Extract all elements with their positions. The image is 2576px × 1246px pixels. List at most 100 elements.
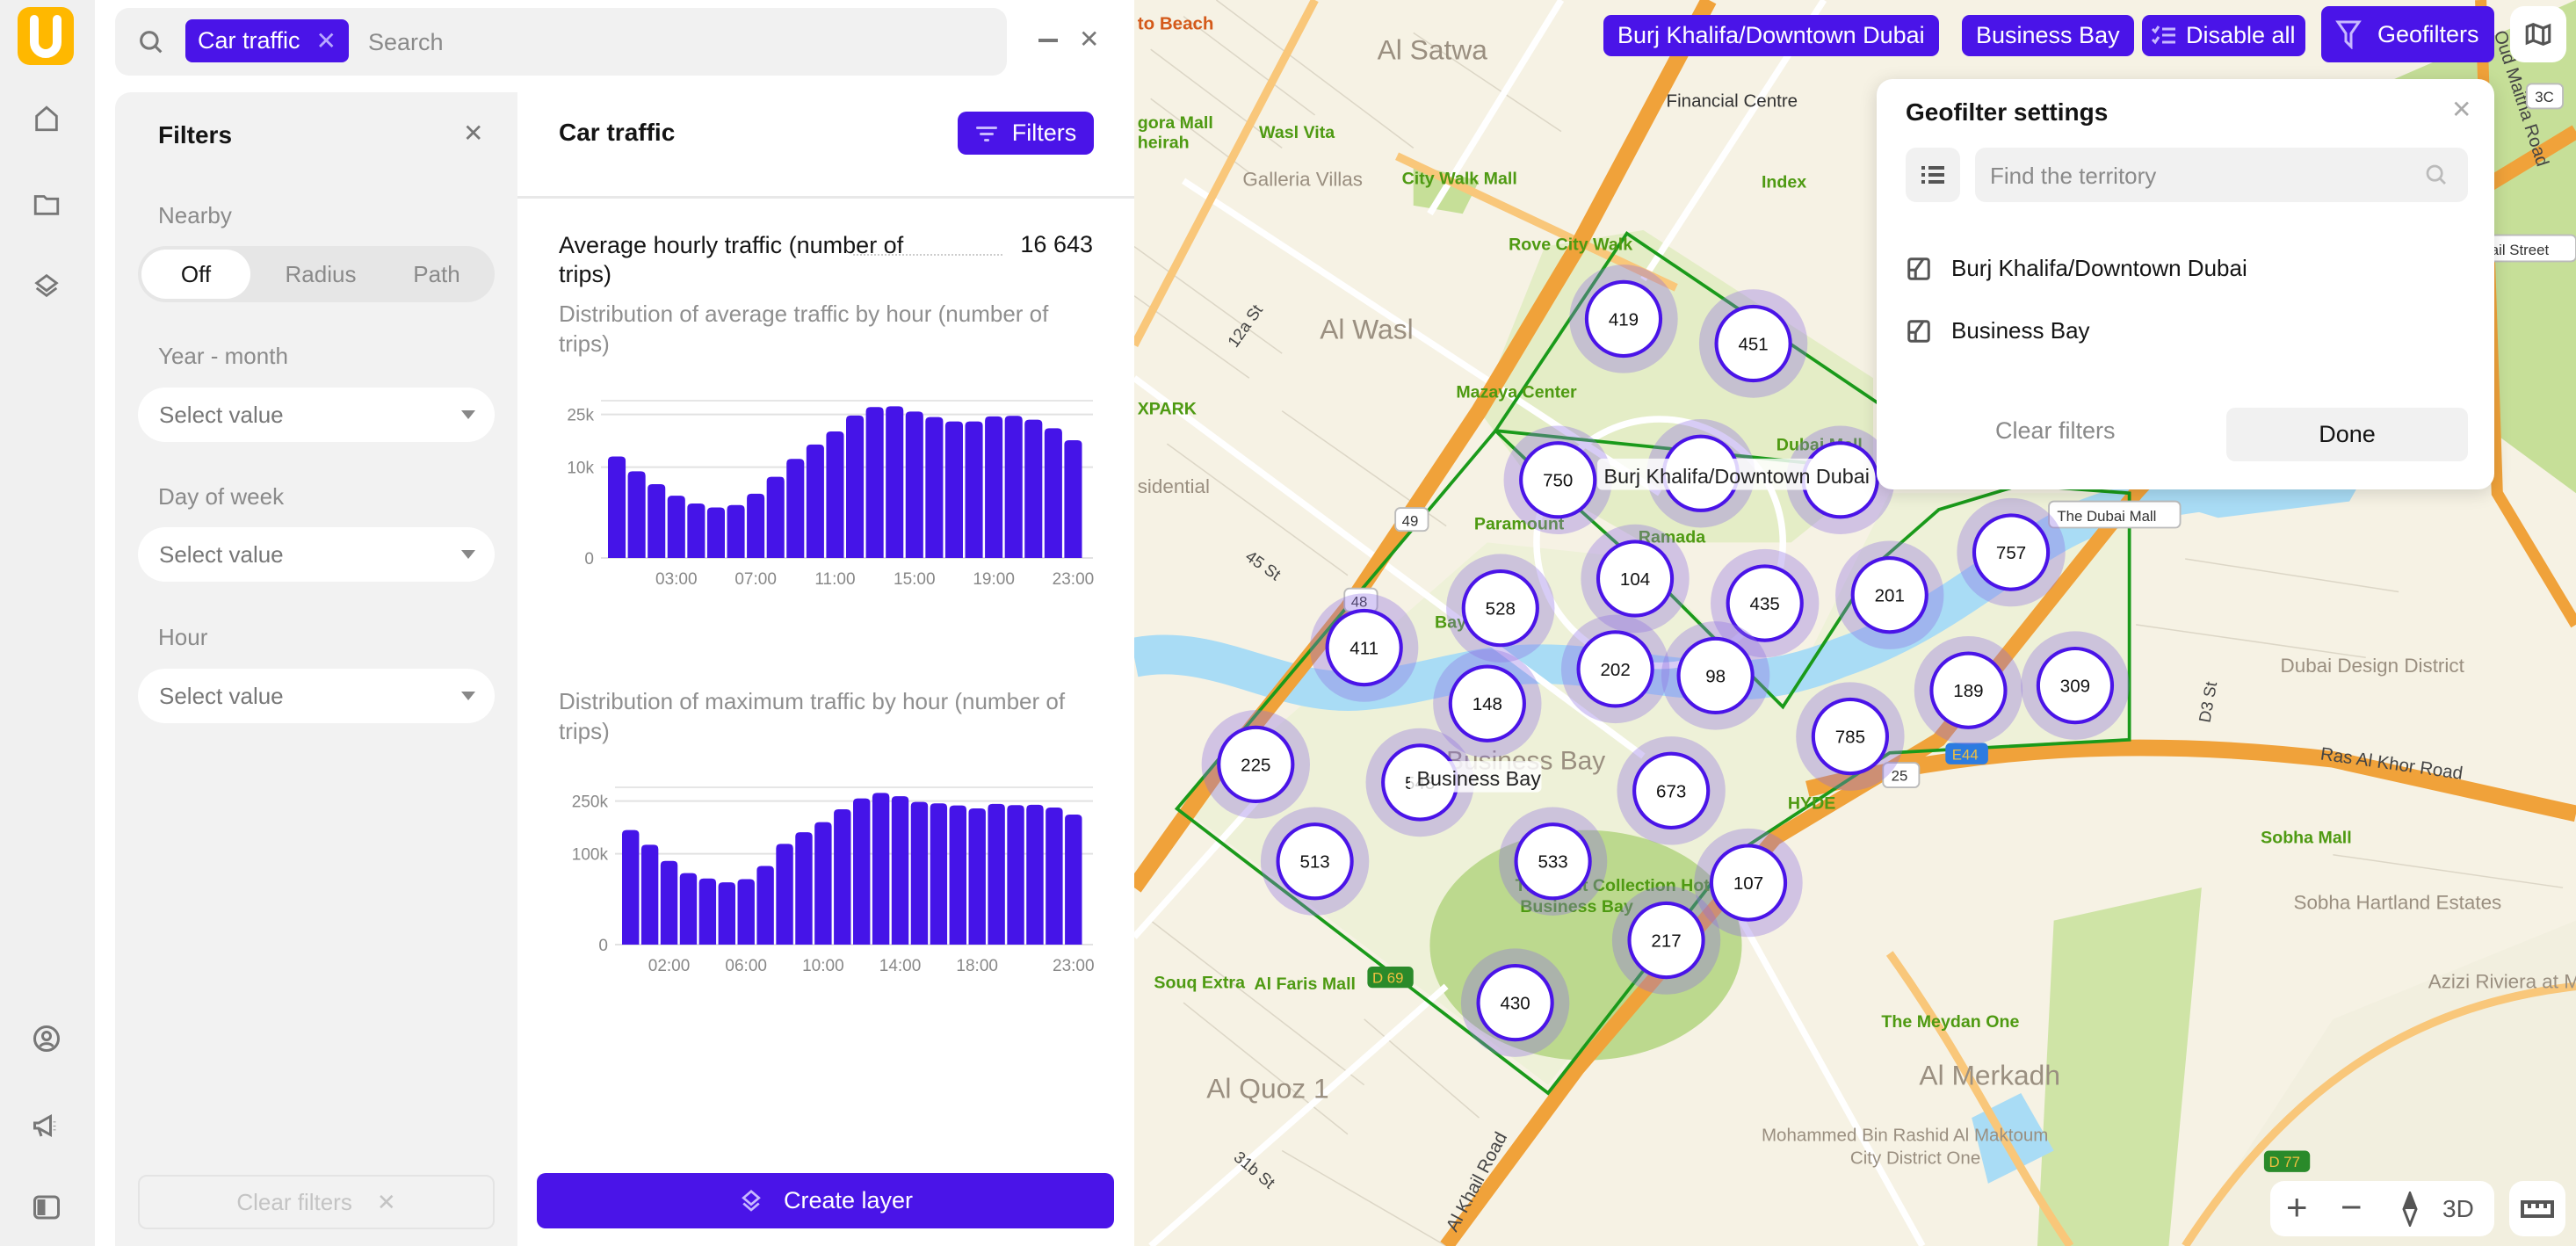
- home-icon[interactable]: [26, 98, 67, 139]
- day-of-week-select[interactable]: Select value: [138, 527, 495, 582]
- bar[interactable]: [687, 503, 706, 558]
- clear-filters-button[interactable]: Clear filters ✕: [138, 1175, 495, 1229]
- zoom-in-button[interactable]: +: [2286, 1186, 2308, 1228]
- bar[interactable]: [872, 793, 890, 945]
- cluster-marker[interactable]: 528: [1446, 554, 1555, 663]
- cluster-marker[interactable]: 217: [1611, 886, 1721, 995]
- bar[interactable]: [968, 808, 986, 945]
- minimize-icon[interactable]: [1038, 39, 1058, 42]
- cluster-marker[interactable]: 189: [1914, 635, 2023, 745]
- bar[interactable]: [608, 456, 626, 558]
- cluster-marker[interactable]: 201: [1835, 540, 1944, 649]
- bar[interactable]: [747, 493, 765, 558]
- territory-item[interactable]: Business Bay: [1906, 317, 2090, 344]
- geofilter-chip-business-bay[interactable]: Business Bay: [1962, 15, 2134, 56]
- nearby-option-radius[interactable]: Radius: [261, 250, 380, 299]
- bar[interactable]: [1007, 805, 1024, 945]
- cluster-marker[interactable]: 419: [1569, 264, 1678, 373]
- bar[interactable]: [640, 844, 659, 945]
- cluster-marker[interactable]: 750: [1503, 425, 1612, 534]
- bar[interactable]: [853, 798, 871, 945]
- cluster-marker[interactable]: 98: [1661, 621, 1770, 730]
- geofilters-button[interactable]: Geofilters: [2321, 6, 2494, 62]
- bar[interactable]: [965, 421, 983, 558]
- bar[interactable]: [718, 882, 735, 945]
- map-view-button[interactable]: [2510, 6, 2566, 62]
- cluster-marker[interactable]: 757: [1957, 497, 2066, 607]
- bar[interactable]: [648, 484, 666, 558]
- bar[interactable]: [930, 803, 948, 945]
- filters-close-icon[interactable]: ✕: [463, 119, 483, 148]
- close-icon[interactable]: ✕: [1079, 25, 1099, 54]
- done-button[interactable]: Done: [2226, 408, 2468, 461]
- year-month-select[interactable]: Select value: [138, 388, 495, 442]
- territory-item[interactable]: Burj Khalifa/Downtown Dubai: [1906, 255, 2247, 282]
- cluster-marker[interactable]: 430: [1460, 948, 1570, 1057]
- bar[interactable]: [1064, 440, 1082, 558]
- nearby-option-off[interactable]: Off: [141, 250, 250, 299]
- nearby-option-path[interactable]: Path: [384, 250, 489, 299]
- layers-icon[interactable]: [26, 265, 67, 306]
- bar[interactable]: [1004, 416, 1023, 558]
- popup-clear-filters-button[interactable]: Clear filters: [1995, 417, 2116, 445]
- user-circle-icon[interactable]: [26, 1018, 67, 1059]
- bar[interactable]: [1046, 807, 1063, 945]
- bar[interactable]: [925, 417, 944, 558]
- bar[interactable]: [846, 415, 865, 558]
- territory-search-input[interactable]: Find the territory: [1975, 148, 2468, 202]
- bar[interactable]: [985, 416, 1003, 558]
- bar[interactable]: [949, 805, 966, 945]
- compass-icon[interactable]: [2402, 1192, 2418, 1227]
- panel-icon[interactable]: [26, 1187, 67, 1228]
- cluster-marker[interactable]: 673: [1617, 736, 1726, 845]
- popup-close-icon[interactable]: ✕: [2451, 95, 2471, 124]
- 3d-toggle-button[interactable]: 3D: [2442, 1195, 2474, 1223]
- bar[interactable]: [891, 796, 909, 945]
- hour-select[interactable]: Select value: [138, 669, 495, 723]
- bar[interactable]: [627, 471, 646, 558]
- cluster-marker[interactable]: 513: [1260, 807, 1370, 916]
- bar[interactable]: [776, 844, 793, 945]
- cluster-marker[interactable]: 533: [1498, 807, 1608, 916]
- bar[interactable]: [826, 431, 844, 558]
- disable-all-button[interactable]: Disable all: [2142, 15, 2305, 56]
- cluster-marker[interactable]: 785: [1796, 682, 1905, 791]
- search-input[interactable]: Search: [368, 29, 444, 56]
- bar[interactable]: [944, 421, 963, 558]
- bar[interactable]: [905, 411, 923, 558]
- filters-button[interactable]: Filters: [958, 112, 1094, 155]
- bar[interactable]: [795, 832, 813, 945]
- bar[interactable]: [814, 822, 832, 945]
- megaphone-icon[interactable]: [26, 1105, 67, 1146]
- bar[interactable]: [706, 507, 725, 558]
- zoom-out-button[interactable]: −: [2341, 1186, 2363, 1228]
- app-logo[interactable]: [18, 7, 74, 65]
- bar[interactable]: [1065, 815, 1082, 945]
- list-view-button[interactable]: [1906, 148, 1960, 202]
- search-chip[interactable]: Car traffic ✕: [185, 19, 349, 62]
- cluster-marker[interactable]: 202: [1560, 614, 1670, 724]
- bar[interactable]: [865, 407, 884, 558]
- cluster-marker[interactable]: 451: [1698, 289, 1808, 398]
- bar[interactable]: [1024, 419, 1043, 558]
- ruler-button[interactable]: [2509, 1181, 2565, 1236]
- bar[interactable]: [679, 873, 698, 945]
- bar[interactable]: [988, 803, 1005, 945]
- folder-icon[interactable]: [26, 184, 67, 224]
- chip-remove-icon[interactable]: ✕: [316, 26, 336, 55]
- search-bar[interactable]: Car traffic ✕ Search: [115, 8, 1007, 76]
- bar[interactable]: [834, 809, 851, 945]
- geofilter-chip-burj[interactable]: Burj Khalifa/Downtown Dubai: [1603, 15, 1939, 56]
- bar[interactable]: [786, 459, 805, 558]
- bar[interactable]: [766, 476, 785, 558]
- bar[interactable]: [698, 878, 717, 945]
- create-layer-button[interactable]: Create layer: [537, 1173, 1114, 1228]
- bar[interactable]: [756, 866, 774, 945]
- bar[interactable]: [667, 496, 685, 558]
- cluster-marker[interactable]: 225: [1201, 710, 1310, 819]
- cluster-marker[interactable]: 411: [1309, 593, 1419, 702]
- bar[interactable]: [806, 444, 824, 558]
- bar[interactable]: [1044, 428, 1062, 558]
- bar[interactable]: [1026, 804, 1044, 945]
- bar[interactable]: [910, 801, 929, 945]
